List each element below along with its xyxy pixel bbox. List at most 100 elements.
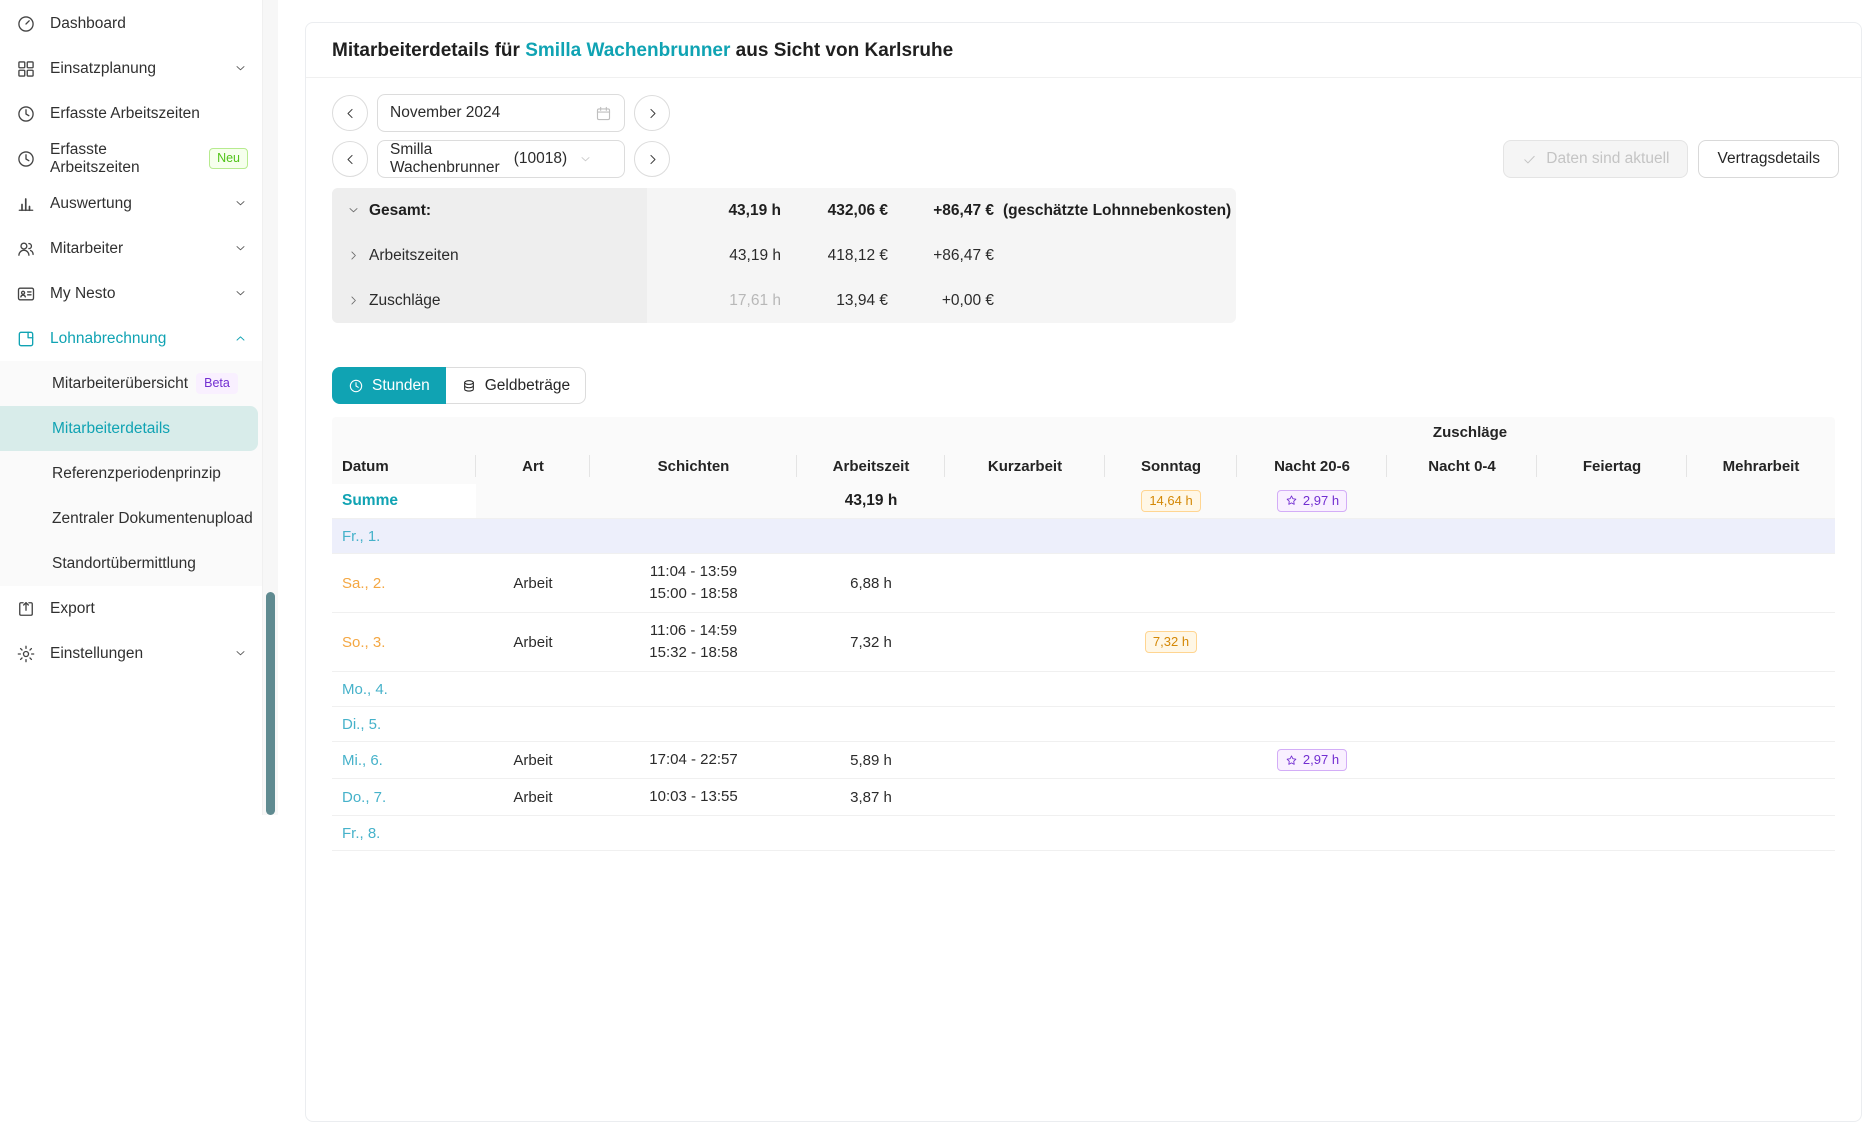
summary-extra: +86,47 € xyxy=(888,247,994,265)
sidebar-item-standort-bermittlung[interactable]: Standortübermittlung xyxy=(0,541,262,586)
summary-row-toggle[interactable]: Zuschläge xyxy=(332,278,647,323)
sidebar-item-label: Erfasste Arbeitszeiten xyxy=(50,105,200,123)
month-picker[interactable]: November 2024 xyxy=(377,94,625,132)
chevron-down-icon xyxy=(234,62,248,76)
table-row[interactable]: Mi., 6. Arbeit 17:04 - 22:57 5,89 h 2,97 h xyxy=(332,742,1835,779)
sidebar-item-referenzperiodenprinzip[interactable]: Referenzperiodenprinzip xyxy=(0,451,262,496)
cell-arbeitszeit: 5,89 h xyxy=(797,752,945,769)
date-label: Summe xyxy=(342,492,398,510)
summary-amount: 13,94 € xyxy=(781,292,888,310)
prev-employee-button[interactable] xyxy=(332,141,368,177)
table-row[interactable]: Mo., 4. xyxy=(332,672,1835,707)
cell-shifts: 10:03 - 13:55 xyxy=(590,779,797,815)
sidebar-item-label: Einsatzplanung xyxy=(50,60,156,78)
column-header-kurzarbeit: Kurzarbeit xyxy=(945,458,1105,475)
summary-row-toggle[interactable]: Arbeitszeiten xyxy=(332,233,647,278)
cell-arbeitszeit: 3,87 h xyxy=(797,789,945,806)
star-icon xyxy=(1285,754,1298,767)
sidebar-item-dashboard[interactable]: Dashboard xyxy=(0,1,262,46)
sidebar-item-my-nesto[interactable]: My Nesto xyxy=(0,271,262,316)
date-label[interactable]: Di., 5. xyxy=(342,716,381,733)
clock-icon xyxy=(348,378,364,394)
cell-arbeitszeit: 6,88 h xyxy=(797,575,945,592)
table-row[interactable]: Fr., 1. xyxy=(332,519,1835,554)
sidebar-subitem-label: Standortübermittlung xyxy=(52,555,196,573)
cell-nacht-20-6: 2,97 h xyxy=(1237,749,1387,771)
table-row[interactable]: Do., 7.Arbeit10:03 - 13:553,87 h xyxy=(332,779,1835,816)
column-header-mehrarbeit: Mehrarbeit xyxy=(1687,458,1835,475)
sidebar-item-label: My Nesto xyxy=(50,285,115,303)
view-tabs: Stunden Geldbeträge xyxy=(332,367,586,404)
month-picker-row: November 2024 xyxy=(332,94,670,132)
column-header-nacht-20-6: Nacht 20-6 xyxy=(1237,458,1387,475)
sidebar-item-lohnabrechnung[interactable]: Lohnabrechnung xyxy=(0,316,262,361)
chart-icon xyxy=(16,194,36,214)
cell-shifts: 17:04 - 22:57 xyxy=(590,742,797,778)
column-header-art: Art xyxy=(476,458,590,475)
date-label[interactable]: Mi., 6. xyxy=(342,752,383,769)
check-icon xyxy=(1522,152,1537,167)
date-label[interactable]: Sa., 2. xyxy=(342,575,385,592)
cell-value: 5,89 h xyxy=(850,752,892,769)
sidebar-scrollbar-track[interactable] xyxy=(262,0,278,815)
sidebar: Dashboard Einsatzplanung Erfasste Arbeitsz… xyxy=(0,0,262,815)
chevron-down-icon xyxy=(234,647,248,661)
sidebar-item-zentraler-dokumentenupload[interactable]: Zentraler Dokumentenupload xyxy=(0,496,262,541)
tab-stunden[interactable]: Stunden xyxy=(332,367,446,404)
sidebar-item-mitarbeiterdetails[interactable]: Mitarbeiterdetails xyxy=(0,406,258,451)
table-row[interactable]: Sa., 2.Arbeit11:04 - 13:5915:00 - 18:586… xyxy=(332,554,1835,613)
tab-geldbetraege[interactable]: Geldbeträge xyxy=(446,367,586,404)
cell-shifts xyxy=(590,682,797,696)
sidebar-item-einstellungen[interactable]: Einstellungen xyxy=(0,631,262,676)
next-employee-button[interactable] xyxy=(634,141,670,177)
shift-time: 15:00 - 18:58 xyxy=(590,583,797,605)
export-icon xyxy=(16,599,36,619)
summary-row-gesamt: Gesamt:43,19 h432,06 €+86,47 €(geschätzt… xyxy=(332,188,1236,233)
sidebar-item-export[interactable]: Export xyxy=(0,586,262,631)
clock-icon xyxy=(16,104,36,124)
sonntag-badge-value: 7,32 h xyxy=(1153,632,1189,652)
next-month-button[interactable] xyxy=(634,95,670,131)
sidebar-item-mitarbeiter[interactable]: Mitarbeiter xyxy=(0,226,262,271)
cell-value: 6,88 h xyxy=(850,575,892,592)
employee-name-link[interactable]: Smilla Wachenbrunner xyxy=(525,40,730,61)
nacht-20-6-badge: 2,97 h xyxy=(1277,490,1347,512)
sidebar-item-erfasste-arbeitszeiten[interactable]: Erfasste Arbeitszeiten xyxy=(0,91,262,136)
summary-row-toggle[interactable]: Gesamt: xyxy=(332,188,647,233)
table-row[interactable]: Fr., 8. xyxy=(332,816,1835,851)
date-label[interactable]: Do., 7. xyxy=(342,789,386,806)
sidebar-scrollbar-thumb[interactable] xyxy=(266,592,275,815)
data-current-button[interactable]: Daten sind aktuell xyxy=(1503,140,1688,178)
sidebar-item-einsatzplanung[interactable]: Einsatzplanung xyxy=(0,46,262,91)
prev-month-button[interactable] xyxy=(332,95,368,131)
nacht-20-6-badge: 2,97 h xyxy=(1277,749,1347,771)
period-and-employee-pickers: November 2024 Smilla Wachenbrunner (1001… xyxy=(332,94,670,178)
cell-sonntag: 7,32 h xyxy=(1105,631,1237,653)
summary-extra: +86,47 € xyxy=(888,202,994,220)
column-header-datum: Datum xyxy=(332,458,476,475)
cell-shifts xyxy=(590,717,797,731)
date-label[interactable]: Fr., 1. xyxy=(342,528,380,545)
contract-details-button[interactable]: Vertragsdetails xyxy=(1698,140,1839,178)
dashboard-icon xyxy=(16,14,36,34)
date-label[interactable]: So., 3. xyxy=(342,634,385,651)
cell-art: Arbeit xyxy=(476,634,590,651)
cell-value: Arbeit xyxy=(513,634,552,651)
date-label[interactable]: Fr., 8. xyxy=(342,825,380,842)
cell-art: Arbeit xyxy=(476,752,590,769)
employee-picker-name: Smilla Wachenbrunner xyxy=(390,141,500,177)
payroll-icon xyxy=(16,329,36,349)
sidebar-item-auswertung[interactable]: Auswertung xyxy=(0,181,262,226)
sidebar-subitem-label: Mitarbeiterübersicht xyxy=(52,375,188,393)
date-label[interactable]: Mo., 4. xyxy=(342,681,388,698)
sidebar-item-label: Dashboard xyxy=(50,15,126,33)
sidebar-item-mitarbeiter-bersicht[interactable]: MitarbeiterübersichtBeta xyxy=(0,361,262,406)
employee-picker[interactable]: Smilla Wachenbrunner (10018) xyxy=(377,140,625,178)
sidebar-item-erfasste-arbeitszeiten[interactable]: Erfasste ArbeitszeitenNeu xyxy=(0,136,262,181)
table-row[interactable]: So., 3.Arbeit11:06 - 14:5915:32 - 18:587… xyxy=(332,613,1835,672)
cell-value: Arbeit xyxy=(513,752,552,769)
table-row[interactable]: Di., 5. xyxy=(332,707,1835,742)
cell-arbeitszeit: 7,32 h xyxy=(797,634,945,651)
column-header-arbeitszeit: Arbeitszeit xyxy=(797,458,945,475)
sidebar-item-label: Erfasste Arbeitszeiten xyxy=(50,141,195,177)
